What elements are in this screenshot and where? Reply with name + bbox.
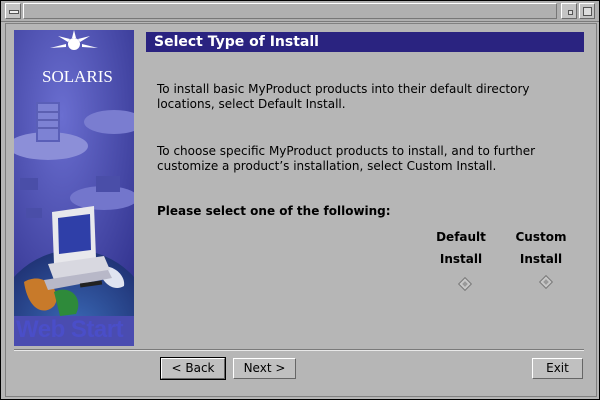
- button-separator: [14, 349, 584, 351]
- back-button[interactable]: < Back: [160, 357, 226, 380]
- maximize-button[interactable]: [579, 3, 595, 19]
- custom-install-description: To choose specific MyProduct products to…: [157, 144, 536, 173]
- title-bar[interactable]: [1, 1, 599, 22]
- custom-install-label-line1: Custom: [515, 230, 567, 244]
- solaris-logo-text: SOLARIS: [42, 67, 113, 86]
- minimize-button[interactable]: [561, 3, 577, 19]
- exit-button[interactable]: Exit: [532, 358, 583, 379]
- solaris-sidebar-image: SOLARIS: [14, 30, 134, 346]
- next-button[interactable]: Next >: [233, 358, 296, 379]
- selection-prompt: Please select one of the following:: [157, 204, 391, 218]
- solaris-illustration: SOLARIS: [14, 30, 134, 346]
- title-bar-drag-area[interactable]: [23, 3, 557, 19]
- server-icon: [36, 102, 60, 142]
- web-start-logo: Web Start: [16, 316, 124, 343]
- default-install-description: To install basic MyProduct products into…: [157, 82, 530, 111]
- default-install-label-line2: Install: [439, 252, 483, 266]
- default-install-label-line1: Default: [436, 230, 486, 244]
- page-title: Select Type of Install: [146, 32, 584, 52]
- custom-install-label-line2: Install: [519, 252, 563, 266]
- window-menu-button[interactable]: [5, 3, 21, 19]
